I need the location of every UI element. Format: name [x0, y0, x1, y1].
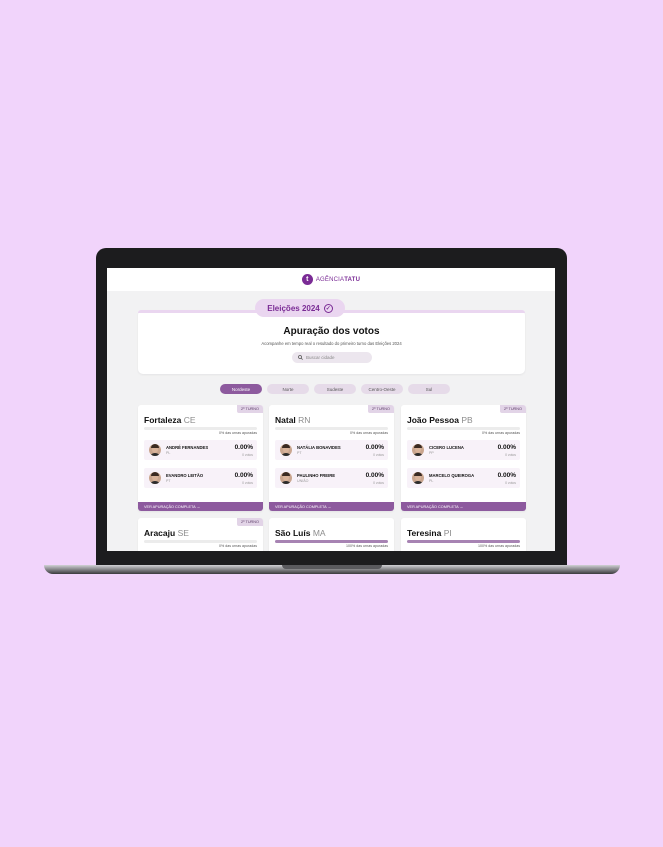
- pill-label: Eleições 2024: [267, 303, 320, 313]
- progress-bar: [275, 427, 388, 430]
- check-icon: ✓: [323, 303, 333, 313]
- candidate-row[interactable]: MARCELO QUEIROGA PL 0.00% 0 votos: [407, 468, 520, 488]
- hero-panel: Apuração dos votos Acompanhe em tempo re…: [138, 310, 525, 374]
- vote-percent: 0.00%: [497, 444, 516, 451]
- page-subtitle: Acompanhe em tempo real o resultado do p…: [261, 341, 402, 346]
- vote-percent: 0.00%: [497, 472, 516, 479]
- vote-percent: 0.00%: [365, 472, 384, 479]
- avatar: [280, 472, 292, 484]
- urnas-count: 100% das urnas apuradas: [478, 544, 520, 548]
- city-name: São Luís MA: [275, 528, 326, 538]
- city-name: Teresina PI: [407, 528, 452, 538]
- vote-count: 0 votos: [373, 481, 384, 485]
- vote-count: 0 votos: [373, 453, 384, 457]
- state-code: RN: [298, 415, 311, 425]
- city-name: João Pessoa PB: [407, 415, 473, 425]
- candidate-name: ANDRÉ FERNANDES: [166, 445, 209, 450]
- vote-percent: 0.00%: [365, 444, 384, 451]
- vote-count: 0 votos: [505, 481, 516, 485]
- logo-prefix: AGÊNCIA: [315, 276, 345, 283]
- page-title: Apuração dos votos: [283, 326, 380, 337]
- tab-sul[interactable]: Sul: [408, 384, 450, 394]
- tab-nordeste[interactable]: Nordeste: [220, 384, 262, 394]
- vote-percent: 0.00%: [234, 444, 253, 451]
- candidate-party: PP: [429, 451, 434, 455]
- round-badge: 2º TURNO: [368, 405, 394, 413]
- state-code: CE: [183, 415, 196, 425]
- candidate-party: PL: [429, 479, 434, 483]
- avatar: [149, 444, 161, 456]
- city-card-natal[interactable]: 2º TURNO Natal RN 0% das urnas apuradas …: [269, 405, 394, 511]
- vote-count: 0 votos: [505, 453, 516, 457]
- progress-bar: [407, 540, 520, 543]
- avatar: [280, 444, 292, 456]
- state-code: MA: [312, 528, 326, 538]
- candidate-row[interactable]: ANDRÉ FERNANDES PL 0.00% 0 votos: [144, 440, 257, 460]
- city-card-teresina[interactable]: Teresina PI 100% das urnas apuradas: [401, 518, 526, 551]
- tab-norte[interactable]: Norte: [267, 384, 309, 394]
- vote-count: 0 votos: [242, 453, 253, 457]
- state-code: PB: [461, 415, 473, 425]
- vote-count: 0 votos: [242, 481, 253, 485]
- progress-fill: [407, 540, 520, 543]
- avatar: [412, 472, 424, 484]
- city-name: Aracaju SE: [144, 528, 189, 538]
- site-header: t AGÊNCIATATU: [107, 268, 555, 291]
- candidate-name: PAULINHO FREIRE: [297, 473, 336, 478]
- candidate-row[interactable]: PAULINHO FREIRE UNIÃO 0.00% 0 votos: [275, 468, 388, 488]
- tab-centro-oeste[interactable]: Centro-Oeste: [361, 384, 403, 394]
- search-input[interactable]: Buscar cidade: [292, 352, 372, 363]
- view-full-results-button[interactable]: VER APURAÇÃO COMPLETA →: [401, 502, 526, 511]
- browser-viewport: t AGÊNCIATATU Apuração dos votos Acompan…: [107, 268, 555, 551]
- laptop-notch: [282, 565, 382, 569]
- urnas-count: 0% das urnas apuradas: [219, 544, 257, 548]
- urnas-count: 0% das urnas apuradas: [219, 431, 257, 435]
- progress-bar: [407, 427, 520, 430]
- candidate-party: PT: [297, 451, 302, 455]
- search-placeholder: Buscar cidade: [306, 355, 335, 360]
- avatar: [149, 472, 161, 484]
- search-icon: [298, 355, 303, 360]
- candidate-name: MARCELO QUEIROGA: [429, 473, 475, 478]
- logo-brand: TATU: [344, 276, 361, 283]
- candidate-party: UNIÃO: [297, 479, 309, 483]
- progress-bar: [144, 540, 257, 543]
- progress-fill: [275, 540, 388, 543]
- tab-sudeste[interactable]: Sudeste: [314, 384, 356, 394]
- candidate-name: CICERO LUCENA: [429, 445, 464, 450]
- candidate-name: EVANDRO LEITÃO: [166, 473, 204, 478]
- vote-percent: 0.00%: [234, 472, 253, 479]
- candidate-row[interactable]: EVANDRO LEITÃO PT 0.00% 0 votos: [144, 468, 257, 488]
- elections-pill: Eleições 2024 ✓: [255, 299, 345, 317]
- city-card-joao-pessoa[interactable]: 2º TURNO João Pessoa PB 0% das urnas apu…: [401, 405, 526, 511]
- progress-bar: [275, 540, 388, 543]
- candidate-party: PT: [166, 479, 171, 483]
- site-logo[interactable]: AGÊNCIATATU: [316, 277, 360, 283]
- city-card-sao-luis[interactable]: São Luís MA 100% das urnas apuradas: [269, 518, 394, 551]
- city-name: Fortaleza CE: [144, 415, 196, 425]
- urnas-count: 0% das urnas apuradas: [482, 431, 520, 435]
- tatu-logo-icon[interactable]: t: [301, 274, 313, 285]
- round-badge: 2º TURNO: [237, 518, 263, 526]
- city-card-aracaju[interactable]: 2º TURNO Aracaju SE 0% das urnas apurada…: [138, 518, 263, 551]
- candidate-name: NATÁLIA BONAVIDES: [297, 445, 341, 450]
- view-full-results-button[interactable]: VER APURAÇÃO COMPLETA →: [138, 502, 263, 511]
- view-full-results-button[interactable]: VER APURAÇÃO COMPLETA →: [269, 502, 394, 511]
- urnas-count: 100% das urnas apuradas: [346, 544, 388, 548]
- progress-bar: [144, 427, 257, 430]
- state-code: PI: [443, 528, 452, 538]
- urnas-count: 0% das urnas apuradas: [350, 431, 388, 435]
- candidate-row[interactable]: CICERO LUCENA PP 0.00% 0 votos: [407, 440, 520, 460]
- city-card-fortaleza[interactable]: 2º TURNO Fortaleza CE 0% das urnas apura…: [138, 405, 263, 511]
- round-badge: 2º TURNO: [500, 405, 526, 413]
- candidate-party: PL: [166, 451, 171, 455]
- state-code: SE: [177, 528, 189, 538]
- region-tabs: Nordeste Norte Sudeste Centro-Oeste Sul: [220, 384, 450, 394]
- avatar: [412, 444, 424, 456]
- candidate-row[interactable]: NATÁLIA BONAVIDES PT 0.00% 0 votos: [275, 440, 388, 460]
- city-name: Natal RN: [275, 415, 311, 425]
- round-badge: 2º TURNO: [237, 405, 263, 413]
